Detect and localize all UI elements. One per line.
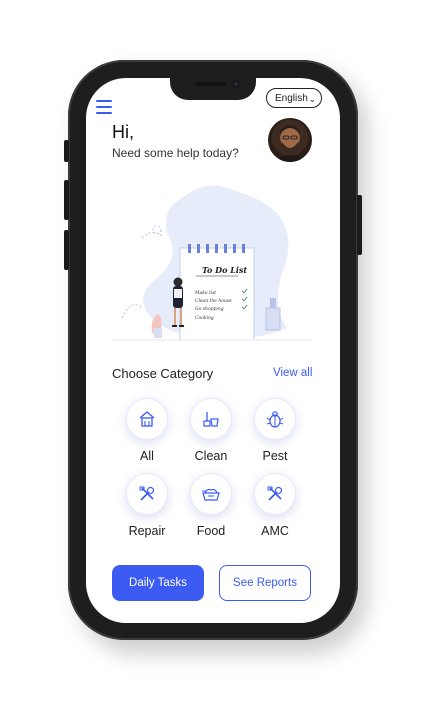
camera	[232, 80, 240, 88]
todo-item-1: Make list	[194, 290, 216, 296]
app-screen: English ⌄ Hi, Need some help today? To D…	[86, 78, 340, 623]
greeting-subtitle: Need some help today?	[112, 146, 239, 160]
avatar[interactable]	[268, 118, 312, 162]
todo-item-4: Cooking	[195, 315, 214, 321]
category-label: Repair	[128, 524, 166, 538]
language-label: English	[275, 93, 308, 104]
greeting: Hi,	[112, 122, 134, 142]
see-reports-button[interactable]: See Reports	[219, 565, 311, 601]
category-amc[interactable]: AMC	[247, 473, 303, 538]
broom-bucket-icon	[203, 412, 219, 427]
language-select[interactable]: English ⌄	[266, 88, 322, 108]
volume-down-button	[64, 230, 69, 270]
home-icon	[139, 411, 155, 427]
category-food-circle	[190, 473, 232, 515]
category-repair[interactable]: Repair	[119, 473, 175, 538]
section-title-category: Choose Category	[112, 366, 214, 381]
hamburger-menu-icon[interactable]	[96, 100, 112, 114]
category-pest[interactable]: Pest	[247, 398, 303, 463]
category-label: Pest	[262, 449, 288, 463]
mute-button	[64, 140, 69, 162]
category-all[interactable]: All	[119, 398, 175, 463]
tools-icon	[267, 486, 283, 501]
speaker	[196, 82, 226, 86]
todo-illustration: To Do List Make list Clean the house Go …	[112, 178, 312, 353]
daily-tasks-button[interactable]: Daily Tasks	[112, 565, 204, 601]
category-label: All	[140, 449, 154, 463]
bug-icon	[266, 411, 284, 428]
category-all-circle	[126, 398, 168, 440]
chevron-down-icon: ⌄	[308, 94, 316, 104]
category-food[interactable]: Food	[183, 473, 239, 538]
category-amc-circle	[254, 473, 296, 515]
category-pest-circle	[254, 398, 296, 440]
volume-up-button	[64, 180, 69, 220]
category-repair-circle	[126, 473, 168, 515]
phone-notch	[170, 78, 256, 100]
todo-title: To Do List	[202, 265, 247, 275]
category-label: Food	[196, 524, 226, 538]
food-icon	[202, 488, 220, 501]
category-clean[interactable]: Clean	[183, 398, 239, 463]
category-label: AMC	[261, 524, 289, 538]
todo-item-2: Clean the house	[195, 298, 232, 304]
view-all-link[interactable]: View all	[273, 367, 312, 379]
tools-icon	[139, 486, 155, 501]
category-label: Clean	[194, 449, 228, 463]
power-button	[357, 195, 362, 255]
todo-item-3: Go shopping	[195, 306, 224, 312]
category-clean-circle	[190, 398, 232, 440]
